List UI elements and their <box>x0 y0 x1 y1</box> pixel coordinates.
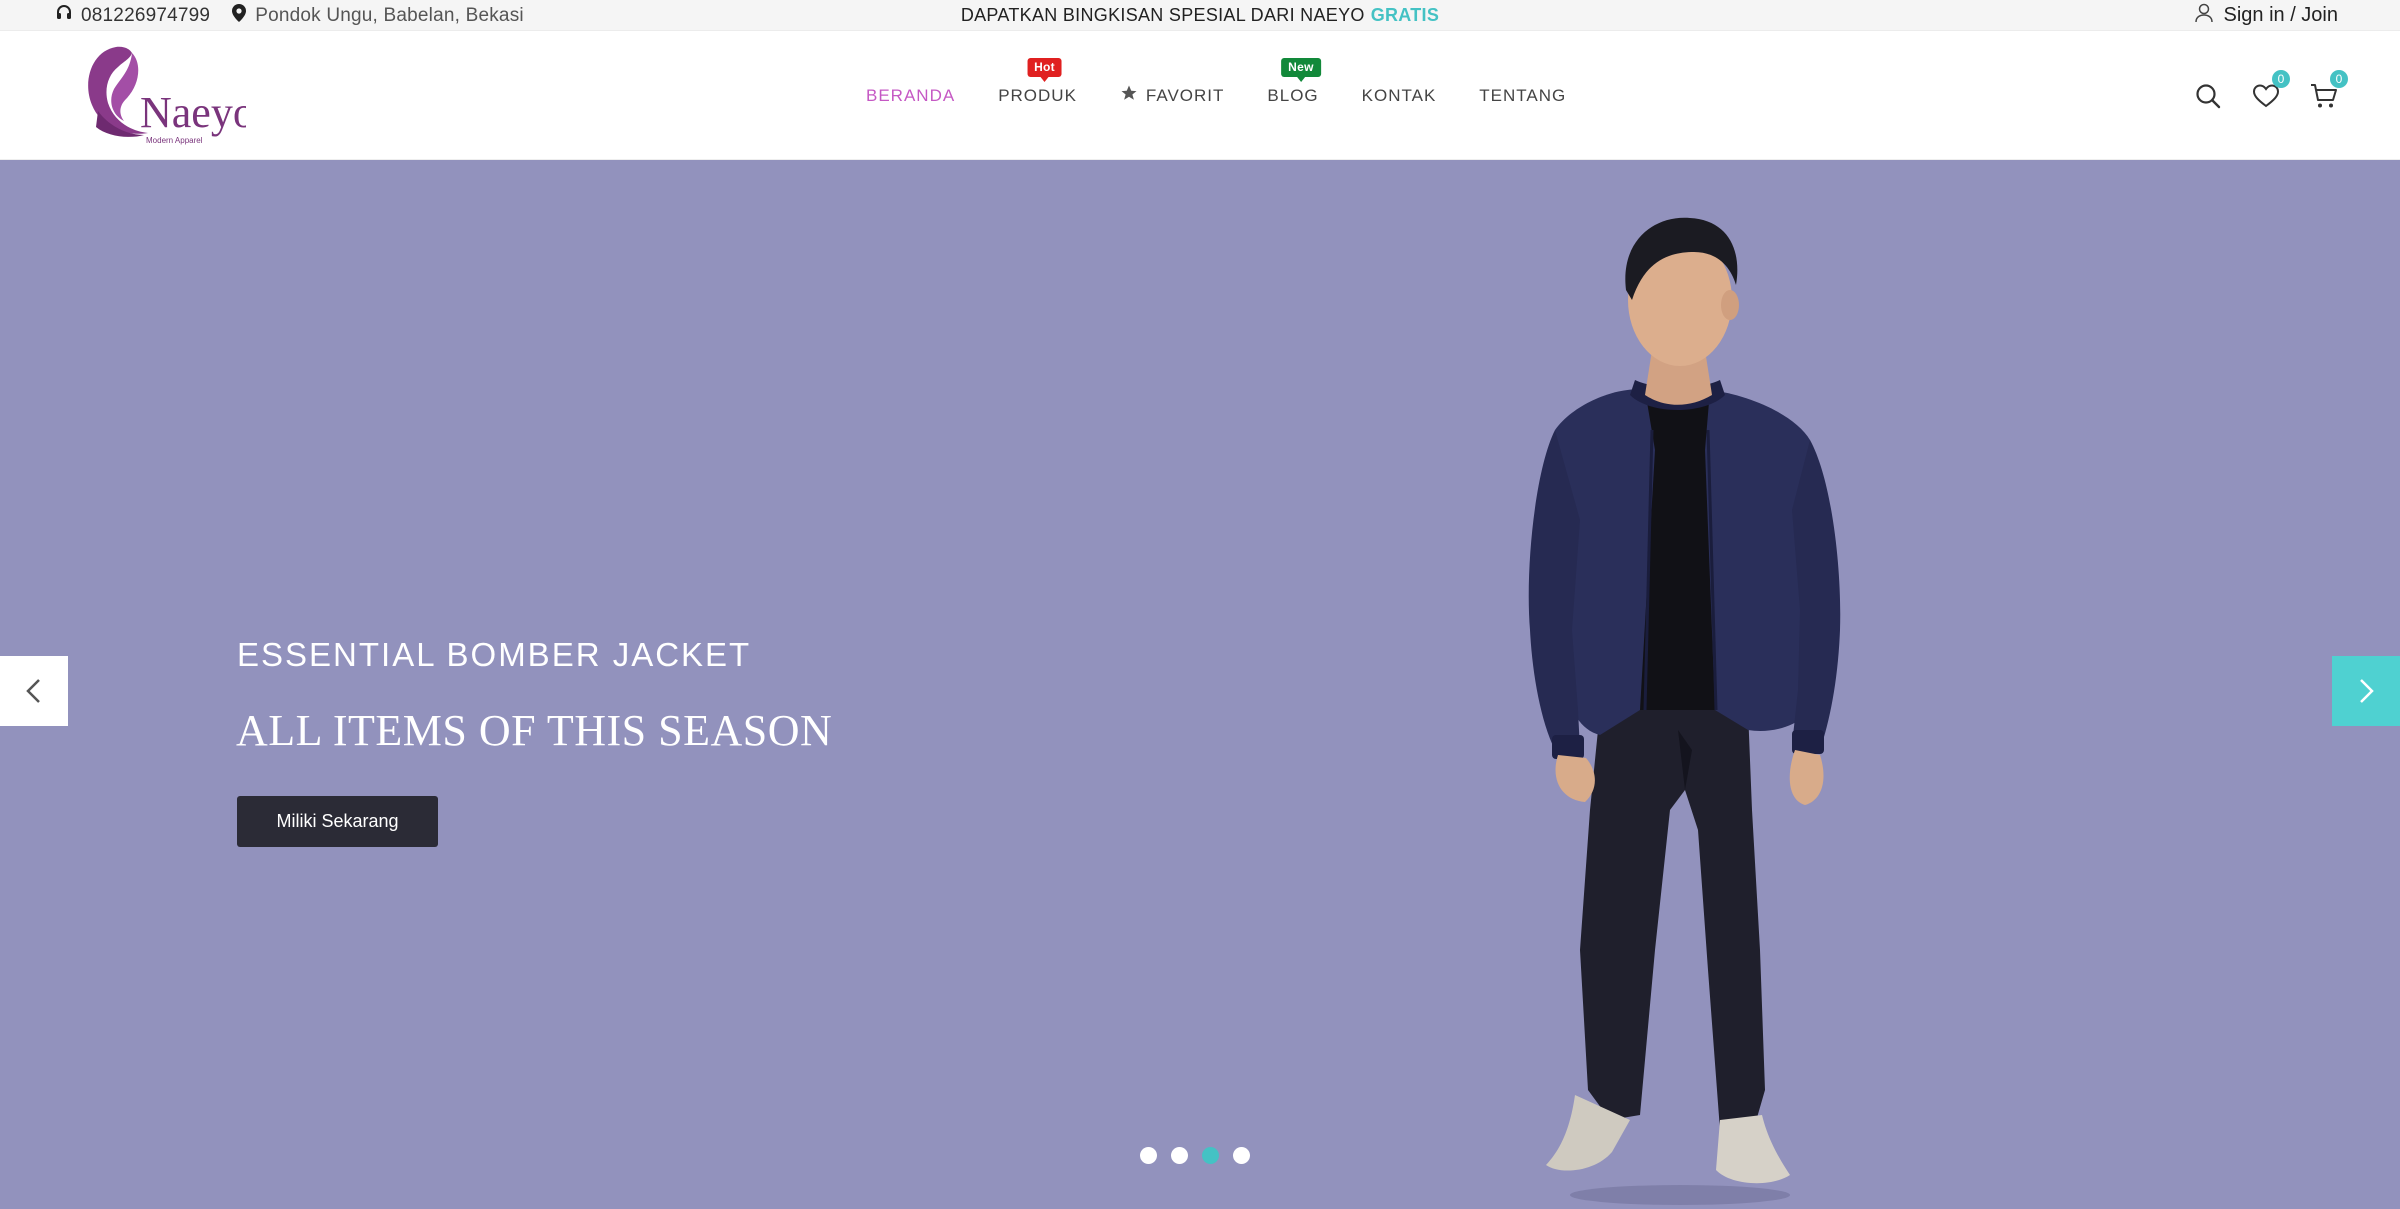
header-actions: 0 0 <box>2194 31 2348 160</box>
new-badge: New <box>1281 57 1321 82</box>
wishlist-count: 0 <box>2272 69 2290 88</box>
phone-info[interactable]: 081226974799 <box>56 5 210 27</box>
headset-icon <box>56 4 72 27</box>
slider-dot[interactable] <box>1233 1147 1250 1164</box>
top-bar: 081226974799 Pondok Ungu, Babelan, Bekas… <box>0 0 2400 31</box>
nav-item-tentang[interactable]: TENTANG <box>1479 86 1566 106</box>
chevron-right-icon <box>2360 679 2374 703</box>
phone-number: 081226974799 <box>81 4 211 26</box>
signin-link[interactable]: Sign in / Join <box>2223 4 2338 27</box>
wishlist-button[interactable]: 0 <box>2252 69 2290 110</box>
main-nav: BERANDA Hot PRODUK FAVORIT New BLOG KONT… <box>866 31 1566 160</box>
nav-label: BERANDA <box>866 85 956 105</box>
slider-pagination <box>1140 1147 1250 1164</box>
nav-item-favorit[interactable]: FAVORIT <box>1120 84 1224 107</box>
search-icon <box>2196 83 2221 108</box>
nav-item-blog[interactable]: New BLOG <box>1267 57 1321 106</box>
user-icon <box>2195 3 2214 29</box>
nav-label: FAVORIT <box>1145 85 1225 105</box>
nav-label: PRODUK <box>998 85 1077 105</box>
main-header: Naeyo Modern Apparel BERANDA Hot PRODUK … <box>0 31 2400 160</box>
hero-slider: ESSENTIAL BOMBER JACKET ALL ITEMS OF THI… <box>0 160 2400 1209</box>
location-pin-icon <box>232 3 247 28</box>
address-info: Pondok Ungu, Babelan, Bekasi <box>232 3 524 28</box>
slider-next-button[interactable] <box>2332 656 2400 726</box>
shop-now-button[interactable]: Miliki Sekarang <box>237 796 438 847</box>
nav-label: KONTAK <box>1361 85 1437 105</box>
slider-dot[interactable] <box>1171 1147 1188 1164</box>
nav-item-produk[interactable]: Hot PRODUK <box>998 57 1077 106</box>
slider-prev-button[interactable] <box>0 656 68 726</box>
slider-dot[interactable] <box>1202 1147 1219 1164</box>
nav-item-kontak[interactable]: KONTAK <box>1362 86 1437 106</box>
hot-badge: Hot <box>1027 57 1062 82</box>
search-button[interactable] <box>2194 82 2222 110</box>
svg-text:Modern Apparel: Modern Apparel <box>146 136 203 145</box>
contact-info: 081226974799 Pondok Ungu, Babelan, Bekas… <box>56 0 524 31</box>
hero-title: ALL ITEMS OF THIS SEASON <box>236 706 833 755</box>
hero-subtitle: ESSENTIAL BOMBER JACKET <box>237 636 752 673</box>
chevron-left-icon <box>26 679 40 703</box>
nav-item-beranda[interactable]: BERANDA <box>866 86 955 106</box>
star-icon <box>1120 84 1138 107</box>
nav-label: TENTANG <box>1479 85 1567 105</box>
nav-label: BLOG <box>1267 85 1319 105</box>
svg-text:Naeyo: Naeyo <box>140 88 246 137</box>
brand-logo[interactable]: Naeyo Modern Apparel <box>78 41 255 149</box>
promo-text: DAPATKAN BINGKISAN SPESIAL DARI NAEYO <box>960 5 1365 25</box>
account-link[interactable]: Sign in / Join <box>2195 0 2338 31</box>
promo-accent: GRATIS <box>1370 5 1440 25</box>
slider-dot[interactable] <box>1140 1147 1157 1164</box>
hero-model-image <box>1528 217 1841 1205</box>
cart-button[interactable]: 0 <box>2310 69 2348 110</box>
address-text: Pondok Ungu, Babelan, Bekasi <box>255 4 524 26</box>
cart-count: 0 <box>2330 69 2348 88</box>
